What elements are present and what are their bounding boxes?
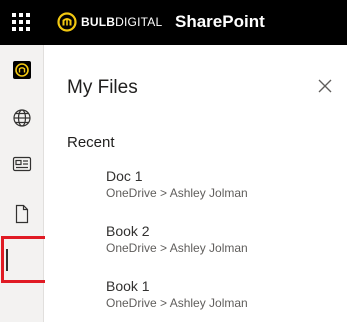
bulb-logo-icon[interactable] [57, 12, 77, 32]
news-icon [12, 156, 32, 172]
file-name: Doc 1 [106, 168, 143, 184]
rail-item-sites[interactable] [0, 99, 44, 137]
file-name: Book 1 [106, 278, 150, 294]
brand-name-bold: BULB [81, 15, 116, 29]
app-launcher-icon[interactable] [10, 11, 32, 33]
panel-title: My Files [67, 77, 138, 98]
brand-name[interactable]: BULBDIGITAL [81, 15, 162, 29]
app-title[interactable]: SharePoint [175, 12, 265, 32]
close-icon [318, 79, 332, 93]
bulb-logo-icon [13, 61, 31, 79]
file-item[interactable]: Doc 1 OneDrive > Ashley Jolman [106, 168, 336, 208]
highlight-box [1, 236, 51, 283]
brand-name-light: DIGITAL [115, 15, 163, 29]
my-files-panel: My Files Recent Doc 1 OneDrive > Ashley … [45, 45, 347, 322]
file-path: OneDrive > Ashley Jolman [106, 296, 248, 310]
file-path: OneDrive > Ashley Jolman [106, 241, 248, 255]
file-name: Book 2 [106, 223, 150, 239]
rail-item-news[interactable] [0, 145, 44, 183]
app-bar [0, 45, 51, 322]
close-button[interactable] [313, 74, 337, 98]
file-item[interactable]: Book 2 OneDrive > Ashley Jolman [106, 223, 336, 263]
section-heading-recent: Recent [67, 134, 115, 151]
file-item[interactable]: Book 1 OneDrive > Ashley Jolman [106, 278, 336, 318]
globe-icon [13, 109, 31, 127]
selected-indicator [6, 249, 8, 271]
rail-item-my-files[interactable] [0, 195, 44, 233]
file-icon [15, 204, 29, 224]
suite-header: BULBDIGITAL SharePoint [0, 0, 347, 45]
file-path: OneDrive > Ashley Jolman [106, 186, 248, 200]
rail-item-bulb-digital[interactable] [0, 51, 44, 89]
